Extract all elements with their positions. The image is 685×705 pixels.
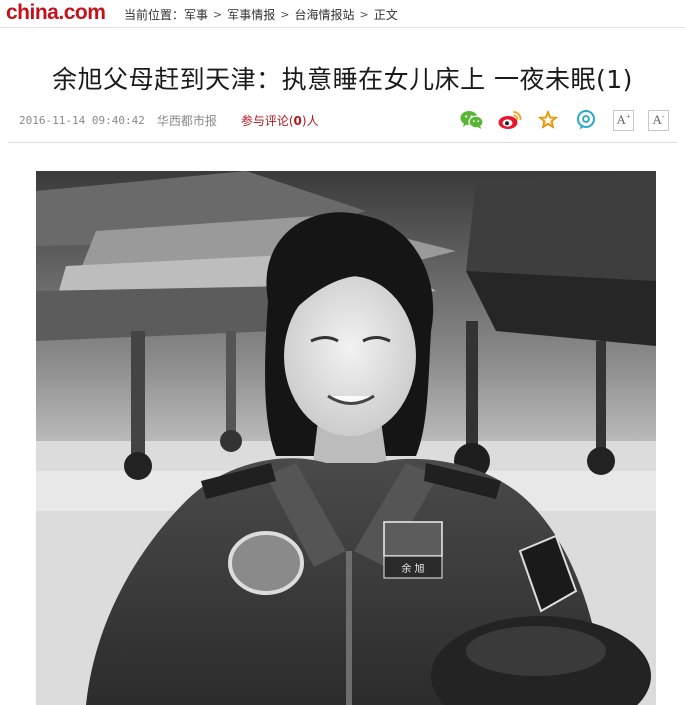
font-decrease-button[interactable]: A- bbox=[648, 109, 669, 131]
header-divider bbox=[8, 142, 677, 143]
chevron-right-icon: > bbox=[280, 8, 290, 21]
top-bar: china.com 当前位置： 军事 > 军事情报 > 台海情报站 > 正文 bbox=[0, 0, 685, 28]
wechat-icon[interactable] bbox=[459, 109, 485, 131]
article-source: 华西都市报 bbox=[156, 114, 217, 128]
share-toolbar: A + A- bbox=[447, 109, 669, 131]
weibo-icon[interactable] bbox=[497, 109, 523, 131]
comments-suffix: )人 bbox=[301, 114, 319, 128]
chevron-right-icon: > bbox=[213, 8, 223, 21]
breadcrumb-item-military-intel[interactable]: 军事情报 bbox=[227, 6, 275, 23]
font-increase-button[interactable]: A + bbox=[613, 109, 634, 131]
favorite-star-icon[interactable] bbox=[535, 109, 561, 131]
logo-main: china bbox=[6, 1, 59, 24]
breadcrumb-item-military[interactable]: 军事 bbox=[184, 6, 208, 23]
breadcrumb-item-current: 正文 bbox=[373, 8, 398, 22]
name-badge-text: 余 旭 bbox=[401, 562, 424, 575]
article-photo: 余 旭 bbox=[36, 171, 656, 705]
font-increase-letter: A bbox=[616, 112, 626, 127]
comments-link[interactable]: 参与评论(0)人 bbox=[241, 112, 319, 129]
comments-prefix: 参与评论( bbox=[240, 114, 294, 128]
publish-date: 2016-11-14 09:40:42 bbox=[19, 114, 145, 127]
comments-count: 0 bbox=[293, 114, 302, 128]
font-increase-sign: + bbox=[625, 111, 631, 121]
logo-tld: com bbox=[63, 1, 106, 24]
chevron-right-icon: > bbox=[359, 8, 369, 21]
breadcrumb-item-taiwan-strait[interactable]: 台海情报站 bbox=[294, 6, 354, 23]
article-title: 余旭父母赶到天津：执意睡在女儿床上 一夜未眠(1) bbox=[52, 65, 633, 94]
article-meta: 2016-11-14 09:40:42 华西都市报 参与评论(0)人 bbox=[19, 112, 319, 129]
site-logo[interactable]: china.com bbox=[6, 1, 106, 25]
breadcrumb-prefix: 当前位置： bbox=[124, 8, 185, 22]
comment-bubble-icon[interactable] bbox=[573, 109, 599, 131]
font-decrease-sign: - bbox=[661, 111, 665, 121]
font-decrease-letter: A bbox=[652, 112, 662, 127]
pilot-photo-illustration: 余 旭 bbox=[36, 171, 656, 705]
breadcrumb: 当前位置： 军事 > 军事情报 > 台海情报站 > 正文 bbox=[124, 6, 398, 23]
